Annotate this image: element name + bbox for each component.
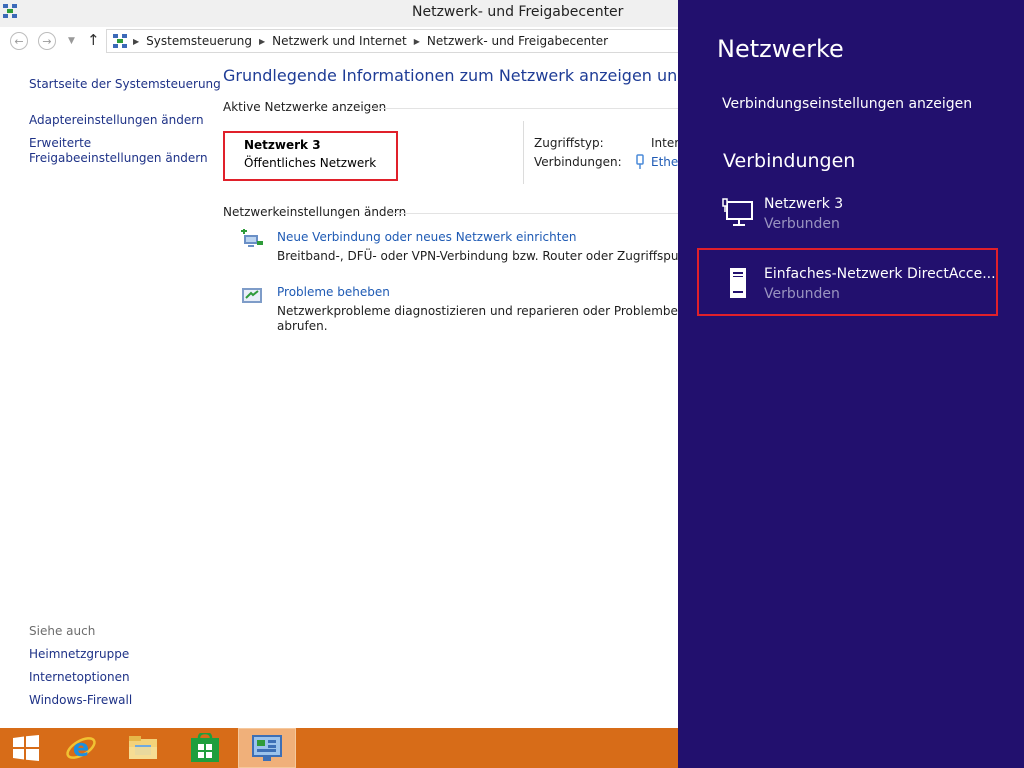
change-settings-heading: Netzwerkeinstellungen ändern [223, 205, 407, 219]
main-content: Grundlegende Informationen zum Netzwerk … [222, 57, 678, 727]
chevron-right-icon[interactable]: ▶ [133, 37, 139, 46]
sidebar-link-advanced-sharing-line1[interactable]: Erweiterte [29, 136, 91, 151]
breadcrumb-netzwerkcenter[interactable]: Netzwerk- und Freigabecenter [427, 34, 608, 48]
troubleshoot-link[interactable]: Probleme beheben [277, 285, 390, 299]
charm-title: Netzwerke [717, 35, 844, 63]
start-button[interactable] [4, 728, 48, 768]
up-button[interactable]: ↑ [87, 31, 100, 49]
view-connection-settings-link[interactable]: Verbindungseinstellungen anzeigen [722, 96, 972, 112]
taskbar-file-explorer[interactable] [121, 728, 165, 768]
back-button[interactable]: ← [10, 32, 28, 50]
new-connection-icon [241, 229, 263, 247]
connections-heading: Verbindungen [723, 150, 856, 172]
divider [367, 108, 678, 109]
title-bar: Netzwerk- und Freigabecenter [0, 0, 678, 27]
taskbar-control-panel[interactable] [238, 728, 296, 768]
control-panel-window: Netzwerk- und Freigabecenter ← → ▼ ↑ ▶ S… [0, 0, 678, 728]
ethernet-icon [636, 154, 644, 169]
active-networks-heading: Aktive Netzwerke anzeigen [223, 100, 387, 114]
access-type-label: Zugriffstyp: [534, 136, 604, 150]
troubleshoot-icon [242, 288, 262, 303]
file-explorer-icon [129, 736, 157, 759]
control-panel-icon [113, 34, 127, 48]
address-bar: ← → ▼ ↑ ▶ Systemsteuerung ▶ Netzwerk und… [0, 27, 678, 57]
sidebar-link-homegroup[interactable]: Heimnetzgruppe [29, 647, 129, 662]
access-type-value: Intern [651, 136, 678, 150]
see-also-label: Siehe auch [29, 624, 96, 638]
sidebar-link-windows-firewall[interactable]: Windows-Firewall [29, 693, 132, 708]
connection-ethernet-link[interactable]: Ether [651, 155, 678, 169]
forward-button[interactable]: → [38, 32, 56, 50]
taskbar-internet-explorer[interactable]: e [59, 728, 103, 768]
troubleshoot-desc-line1: Netzwerkprobleme diagnostizieren und rep… [277, 304, 678, 318]
wired-network-icon [722, 198, 753, 226]
recent-pages-dropdown-icon[interactable]: ▼ [68, 36, 75, 46]
network-type[interactable]: Öffentliches Netzwerk [244, 156, 376, 170]
network-name: Netzwerk 3 [244, 138, 321, 152]
breadcrumb: ▶ Systemsteuerung ▶ Netzwerk und Interne… [133, 34, 608, 48]
new-connection-link[interactable]: Neue Verbindung oder neues Netzwerk einr… [277, 230, 576, 244]
page-title: Grundlegende Informationen zum Netzwerk … [223, 66, 678, 85]
selection-highlight [697, 248, 998, 316]
taskbar-store[interactable] [183, 728, 227, 768]
divider [523, 121, 524, 184]
store-icon [191, 733, 219, 762]
divider [388, 213, 678, 214]
connection-status: Verbunden [764, 216, 840, 232]
breadcrumb-systemsteuerung[interactable]: Systemsteuerung [146, 34, 252, 48]
active-network-card: Netzwerk 3 Öffentliches Netzwerk [223, 131, 398, 181]
sidebar-link-adapter-settings[interactable]: Adaptereinstellungen ändern [29, 113, 204, 128]
svg-text:e: e [73, 734, 89, 762]
taskbar: e [0, 728, 678, 768]
sidebar-link-home[interactable]: Startseite der Systemsteuerung [29, 77, 221, 92]
sidebar: Startseite der Systemsteuerung Adapterei… [29, 57, 221, 727]
networks-charm-panel: Netzwerke Verbindungseinstellungen anzei… [678, 0, 1024, 768]
connections-label: Verbindungen: [534, 155, 622, 169]
breadcrumb-netzwerk-und-internet[interactable]: Netzwerk und Internet [272, 34, 407, 48]
internet-explorer-icon: e [66, 734, 96, 762]
sidebar-link-internet-options[interactable]: Internetoptionen [29, 670, 130, 685]
connection-item-netzwerk-3[interactable]: Netzwerk 3 Verbunden [722, 196, 982, 242]
network-center-icon [3, 4, 17, 18]
connection-name: Netzwerk 3 [764, 196, 844, 212]
chevron-right-icon[interactable]: ▶ [259, 37, 265, 46]
window-title: Netzwerk- und Freigabecenter [412, 4, 624, 20]
chevron-right-icon[interactable]: ▶ [414, 37, 420, 46]
start-icon [13, 735, 39, 761]
control-panel-icon [252, 735, 282, 761]
troubleshoot-desc-line2: abrufen. [277, 319, 328, 333]
sidebar-link-advanced-sharing-line2[interactable]: Freigabeeinstellungen ändern [29, 151, 208, 166]
new-connection-desc: Breitband-, DFÜ- oder VPN-Verbindung bzw… [277, 249, 678, 263]
address-field[interactable]: ▶ Systemsteuerung ▶ Netzwerk und Interne… [106, 29, 678, 53]
